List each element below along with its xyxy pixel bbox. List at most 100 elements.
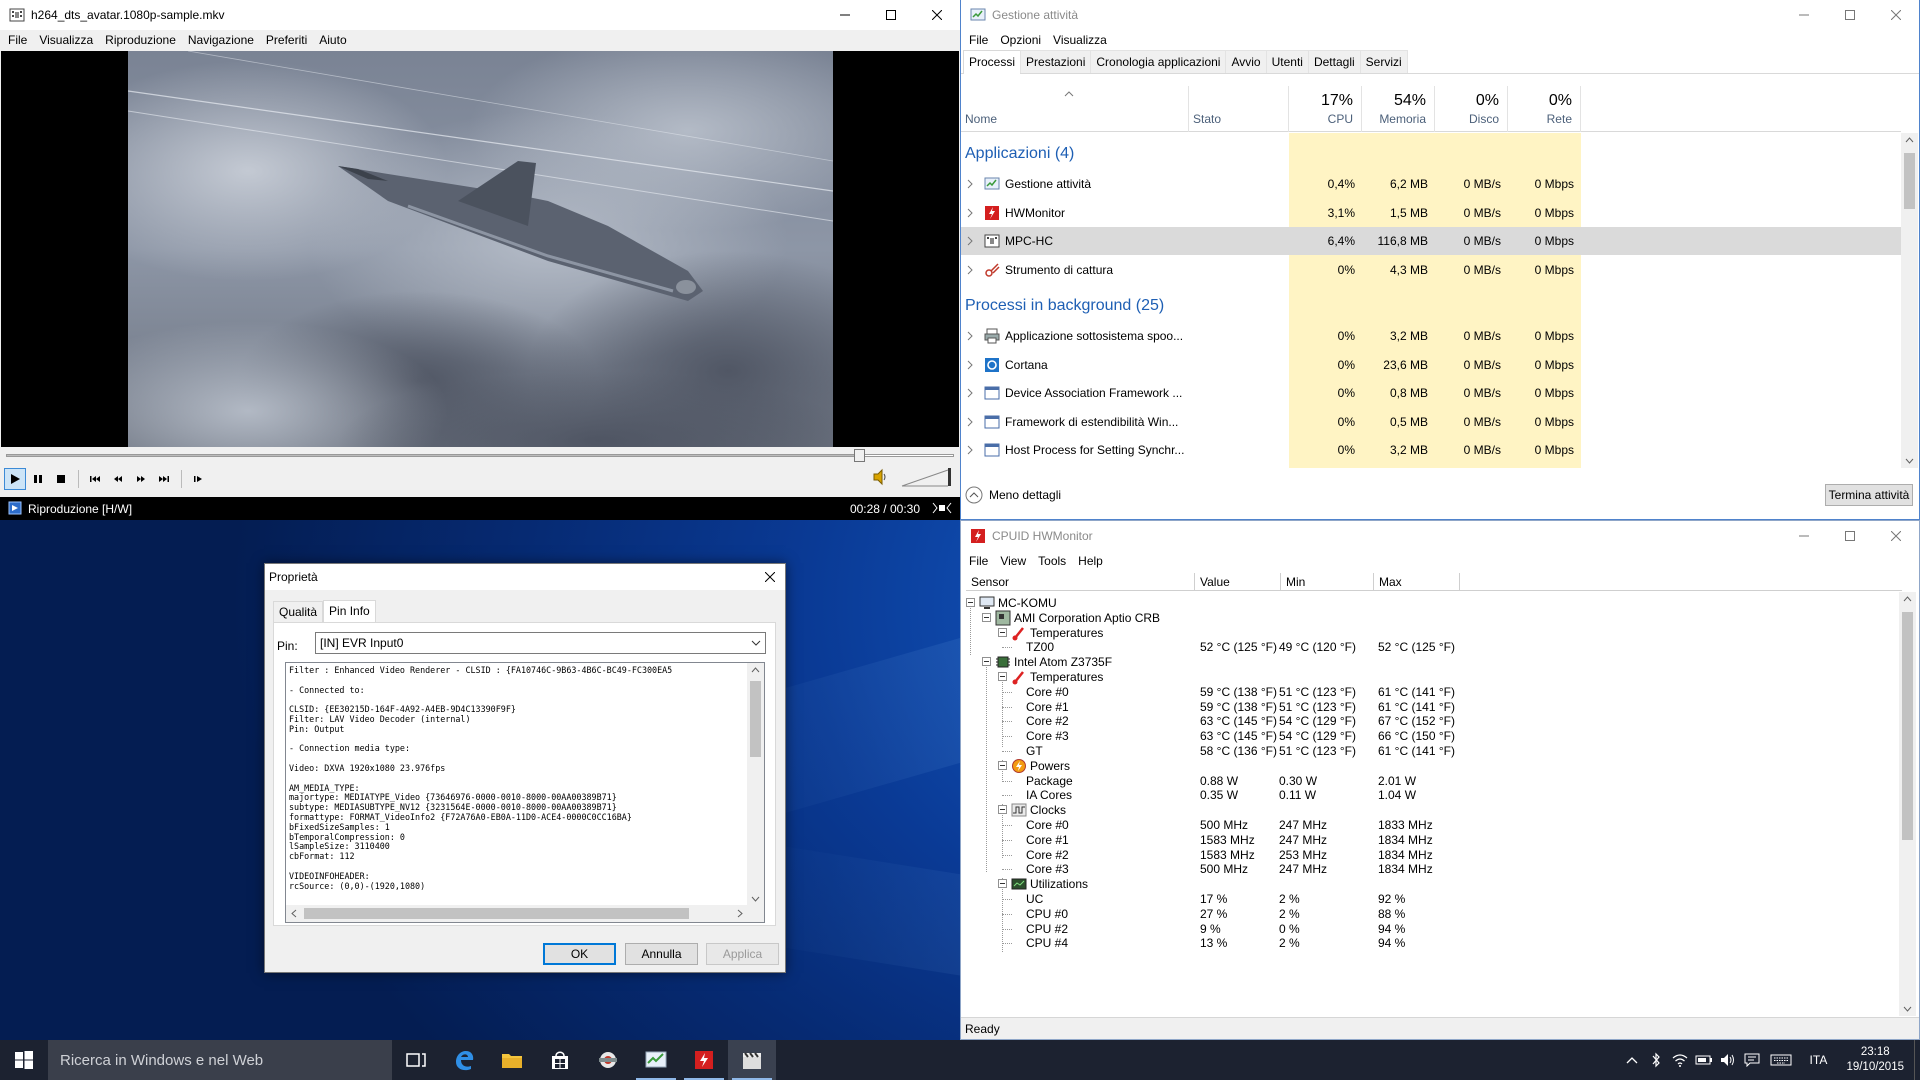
menu-view[interactable]: View: [994, 554, 1032, 568]
show-hidden-icons-button[interactable]: [1620, 1040, 1644, 1080]
chevron-right-icon[interactable]: [967, 417, 973, 427]
frame-step-button[interactable]: [187, 468, 209, 490]
taskmgr-titlebar[interactable]: Gestione attività: [961, 0, 1919, 30]
collapse-toggle[interactable]: [982, 657, 991, 667]
collapse-toggle[interactable]: [982, 612, 991, 622]
col-cpu[interactable]: 17% CPU: [1289, 86, 1362, 132]
store-button[interactable]: [536, 1040, 584, 1080]
process-row-applicazione-sottosistema-spoo[interactable]: Applicazione sottosistema spoo... 0% 3,2 M…: [961, 322, 1901, 350]
info-vertical-scrollbar[interactable]: [747, 663, 764, 906]
menu-navigate[interactable]: Navigazione: [182, 33, 260, 47]
notifications-button[interactable]: [1740, 1040, 1764, 1080]
collapse-toggle[interactable]: [998, 672, 1007, 681]
stop-button[interactable]: [50, 468, 72, 490]
forward-button[interactable]: [130, 468, 152, 490]
scroll-thumb[interactable]: [1902, 612, 1913, 840]
pin-select[interactable]: [IN] EVR Input0: [315, 632, 766, 654]
dialog-titlebar[interactable]: Proprietà: [265, 564, 785, 590]
explorer-button[interactable]: [488, 1040, 536, 1080]
chevron-right-icon[interactable]: [967, 445, 973, 455]
hwmonitor-taskbar-button[interactable]: [680, 1040, 728, 1080]
menu-file[interactable]: File: [2, 33, 33, 47]
tab-processes[interactable]: Processi: [963, 50, 1022, 74]
start-button[interactable]: [0, 1040, 48, 1080]
bluetooth-button[interactable]: [1644, 1040, 1668, 1080]
collapse-toggle[interactable]: [998, 760, 1007, 770]
col-memory[interactable]: 54% Memoria: [1362, 86, 1435, 132]
apply-button[interactable]: Applica: [706, 943, 779, 965]
process-row-framework-di-estendibilit-win[interactable]: Framework di estendibilità Win... 0% 0,5 M…: [961, 408, 1901, 436]
col-sensor[interactable]: Sensor: [966, 573, 1195, 591]
process-row-host-process-for-setting-synchr[interactable]: Host Process for Setting Synchr... 0% 3,2 …: [961, 436, 1901, 464]
mpc-taskbar-button[interactable]: [728, 1040, 776, 1080]
chevron-right-icon[interactable]: [967, 331, 973, 341]
process-row-strumento-di-cattura[interactable]: Strumento di cattura 0% 4,3 MB 0 MB/s 0 Mbps: [961, 256, 1901, 284]
pin-info-text-box[interactable]: Filter : Enhanced Video Renderer - CLSID…: [285, 662, 765, 923]
menu-help[interactable]: Help: [1072, 554, 1109, 568]
search-box[interactable]: Ricerca in Windows e nel Web: [48, 1040, 392, 1080]
tab-services[interactable]: Servizi: [1359, 50, 1408, 73]
menu-view[interactable]: Visualizza: [33, 33, 99, 47]
menu-file[interactable]: File: [963, 33, 994, 47]
seek-track[interactable]: [6, 454, 954, 457]
sensor-row-cpu-4[interactable]: CPU #4 13 % 2 % 94 %: [966, 934, 1902, 952]
col-network[interactable]: 0% Rete: [1508, 86, 1581, 132]
maximize-button[interactable]: [1827, 0, 1873, 30]
seek-bar[interactable]: [0, 448, 960, 462]
close-button[interactable]: [1873, 0, 1919, 30]
collapse-toggle[interactable]: [998, 805, 1007, 815]
tab-startup[interactable]: Avvio: [1225, 50, 1267, 73]
menu-file[interactable]: File: [963, 554, 994, 568]
task-view-button[interactable]: [392, 1040, 440, 1080]
menu-view[interactable]: Visualizza: [1047, 33, 1113, 47]
col-min[interactable]: Min: [1281, 573, 1374, 591]
menu-play[interactable]: Riproduzione: [99, 33, 182, 47]
clock[interactable]: 23:18 19/10/2015: [1846, 1045, 1904, 1075]
cpuid-button[interactable]: [584, 1040, 632, 1080]
edge-button[interactable]: [440, 1040, 488, 1080]
col-name[interactable]: Nome: [961, 86, 1189, 132]
chevron-right-icon[interactable]: [967, 208, 973, 218]
maximize-button[interactable]: [1827, 521, 1873, 551]
col-value[interactable]: Value: [1195, 573, 1281, 591]
next-button[interactable]: [153, 468, 175, 490]
sensor-tree-scrollbar[interactable]: [1899, 592, 1916, 1016]
close-button[interactable]: [755, 564, 785, 590]
process-row-device-association-framework[interactable]: Device Association Framework ... 0% 0,8 MB…: [961, 379, 1901, 407]
close-button[interactable]: [914, 0, 960, 30]
scroll-thumb[interactable]: [1904, 153, 1915, 209]
cancel-button[interactable]: Annulla: [625, 943, 698, 965]
close-button[interactable]: [1873, 521, 1919, 551]
keyboard-button[interactable]: [1764, 1040, 1798, 1080]
col-status[interactable]: Stato: [1189, 86, 1289, 132]
mpc-titlebar[interactable]: h264_dts_avatar.1080p-sample.mkv: [0, 0, 960, 30]
collapse-toggle[interactable]: [966, 598, 975, 607]
tab-details[interactable]: Dettagli: [1307, 50, 1361, 73]
process-row-cortana[interactable]: Cortana 0% 23,6 MB 0 MB/s 0 Mbps: [961, 351, 1901, 379]
pause-button[interactable]: [27, 468, 49, 490]
volume-button[interactable]: [1716, 1040, 1740, 1080]
seek-thumb[interactable]: [854, 449, 866, 462]
video-area[interactable]: [1, 51, 959, 447]
minimize-button[interactable]: [1781, 521, 1827, 551]
end-task-button[interactable]: Termina attività: [1825, 484, 1913, 506]
minimize-button[interactable]: [1781, 0, 1827, 30]
volume-thumb[interactable]: [948, 468, 951, 486]
rewind-button[interactable]: [107, 468, 129, 490]
play-button[interactable]: [4, 468, 26, 490]
scroll-thumb[interactable]: [304, 908, 689, 919]
maximize-button[interactable]: [868, 0, 914, 30]
menu-help[interactable]: Aiuto: [313, 33, 352, 47]
wifi-button[interactable]: [1668, 1040, 1692, 1080]
tab-users[interactable]: Utenti: [1265, 50, 1309, 73]
collapse-toggle[interactable]: [998, 627, 1007, 637]
process-row-gestione-attivit[interactable]: Gestione attività 0,4% 6,2 MB 0 MB/s 0 Mbps: [961, 170, 1901, 198]
chevron-right-icon[interactable]: [967, 360, 973, 370]
tab-performance[interactable]: Prestazioni: [1020, 50, 1092, 73]
battery-button[interactable]: [1692, 1040, 1716, 1080]
menu-tools[interactable]: Tools: [1032, 554, 1072, 568]
scroll-thumb[interactable]: [750, 681, 761, 757]
ok-button[interactable]: OK: [543, 943, 616, 965]
process-row-hwmonitor[interactable]: HWMonitor 3,1% 1,5 MB 0 MB/s 0 Mbps: [961, 199, 1901, 227]
chevron-right-icon[interactable]: [967, 265, 973, 275]
